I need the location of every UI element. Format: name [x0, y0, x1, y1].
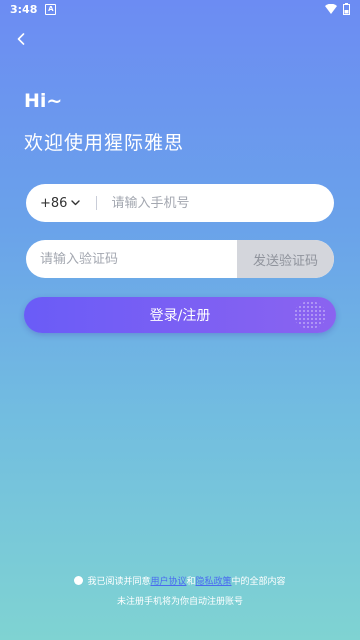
status-bar: 3:48 A — [0, 0, 360, 18]
agreement-prefix: 我已阅读并同意 — [87, 577, 151, 587]
agree-radio[interactable] — [74, 576, 84, 585]
user-agreement-link[interactable]: 用户协议 — [150, 574, 186, 587]
battery-icon — [343, 3, 350, 15]
agreement-suffix: 中的全部内容 — [231, 577, 286, 587]
welcome-title: 欢迎使用猩际雅思 — [24, 132, 185, 154]
privacy-policy-link[interactable]: 隐私政策 — [196, 574, 232, 587]
field-divider — [96, 196, 98, 210]
chevron-left-icon — [17, 33, 25, 45]
login-register-button[interactable]: 登录/注册 — [24, 297, 336, 333]
agreement-row: 我已阅读并同意 用户协议 和 隐私政策 中的全部内容 — [0, 574, 360, 587]
status-left: 3:48 A — [10, 2, 57, 16]
status-right — [325, 3, 350, 15]
auto-register-note: 未注册手机将为你自动注册账号 — [116, 597, 243, 607]
back-button[interactable] — [12, 30, 30, 48]
login-register-label: 登录/注册 — [149, 308, 211, 324]
greeting-title: Hi~ — [24, 90, 63, 112]
agreement-and: 和 — [186, 577, 196, 587]
phone-field-row: +86 — [26, 184, 334, 222]
code-field-row: 发送验证码 — [26, 240, 334, 278]
chevron-down-icon — [71, 200, 81, 206]
country-code-value: +86 — [40, 195, 68, 211]
verification-code-input[interactable] — [26, 240, 237, 278]
wifi-icon — [325, 4, 337, 14]
phone-input[interactable] — [109, 194, 334, 212]
status-time: 3:48 — [10, 2, 38, 16]
notification-icon: A — [45, 3, 57, 15]
dot-pattern-decoration — [294, 301, 326, 329]
send-code-button[interactable]: 发送验证码 — [237, 240, 334, 278]
country-code-select[interactable]: +86 — [40, 195, 81, 211]
